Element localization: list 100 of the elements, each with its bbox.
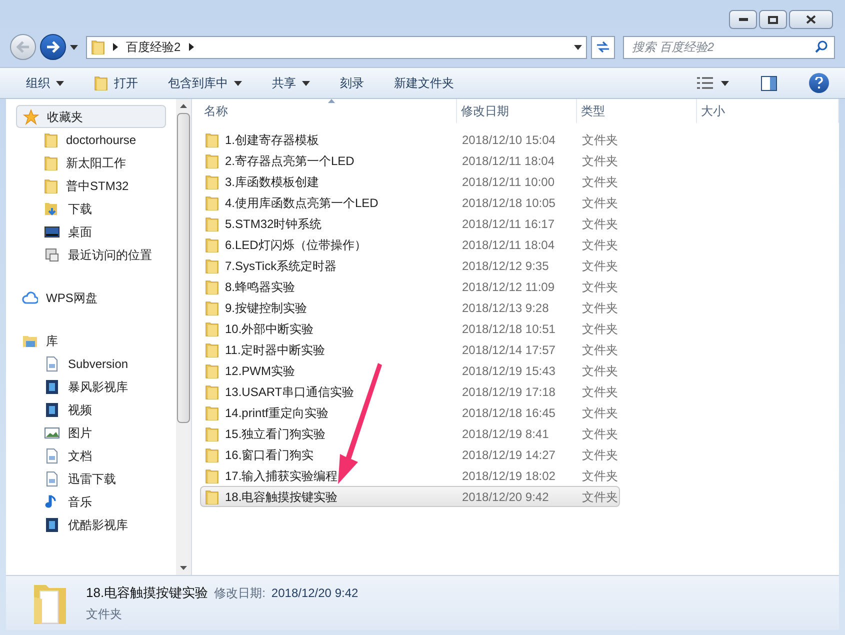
nav-item[interactable]: 图片	[6, 421, 176, 444]
file-row[interactable]: 11.定时器中断实验 2018/12/14 17:57 文件夹	[200, 339, 839, 360]
folder-icon	[205, 488, 219, 504]
toolbar-menu-button[interactable]: 共享	[264, 70, 318, 96]
nav-item[interactable]: doctorhourse	[6, 128, 176, 151]
nav-item[interactable]: 桌面	[6, 220, 176, 243]
file-row[interactable]: 15.独立看门狗实验 2018/12/19 8:41 文件夹	[200, 423, 839, 444]
folder-icon	[205, 446, 219, 462]
modified-date: 2018/12/20 9:42	[461, 488, 550, 506]
selected-item-name: 18.电容触摸按键实验	[86, 584, 208, 602]
folder-icon	[44, 154, 58, 170]
address-bar[interactable]: 百度经验2	[86, 36, 587, 58]
caret-icon	[56, 80, 64, 86]
close-icon	[806, 15, 816, 24]
toolbar-button[interactable]: 刻录	[332, 70, 372, 96]
nav-item[interactable]: WPS网盘	[6, 286, 176, 309]
file-name: 15.独立看门狗实验	[225, 426, 326, 442]
file-row[interactable]: 3.库函数模板创建 2018/12/11 10:00 文件夹	[200, 171, 839, 192]
recent-places-icon	[44, 246, 60, 262]
file-type: 文件夹	[581, 174, 618, 190]
file-row[interactable]: 14.printf重定向实验 2018/12/18 16:45 文件夹	[200, 402, 839, 423]
modified-date: 2018/12/10 15:04	[461, 132, 556, 148]
search-icon	[815, 40, 828, 53]
modified-date: 2018/12/19 8:41	[461, 426, 550, 442]
folder-icon	[44, 132, 58, 148]
file-row[interactable]: 18.电容触摸按键实验 2018/12/20 9:42 文件夹	[200, 486, 620, 507]
nav-item[interactable]: 最近访问的位置	[6, 243, 176, 266]
help-button[interactable]	[809, 73, 829, 93]
file-row[interactable]: 17.输入捕获实验编程 2018/12/19 18:02 文件夹	[200, 465, 839, 486]
column-header[interactable]: 类型	[577, 99, 697, 123]
nav-item[interactable]: 库	[6, 329, 176, 352]
breadcrumb-arrow-icon	[188, 43, 194, 51]
nav-item[interactable]: 迅雷下载	[6, 467, 176, 490]
file-name: 5.STM32时钟系统	[225, 216, 322, 232]
file-type: 文件夹	[581, 216, 618, 232]
folder-icon	[205, 426, 219, 442]
video-icon	[44, 378, 60, 394]
toolbar-button[interactable]: 新建文件夹	[386, 70, 462, 96]
file-row[interactable]: 16.窗口看门狗实 2018/12/19 14:27 文件夹	[200, 444, 839, 465]
nav-item[interactable]: 普中STM32	[6, 174, 176, 197]
modified-date: 2018/12/18 10:05	[461, 194, 556, 212]
column-header[interactable]: 名称	[200, 99, 457, 123]
file-row[interactable]: 8.蜂鸣器实验 2018/12/12 11:09 文件夹	[200, 276, 839, 297]
file-row[interactable]: 2.寄存器点亮第一个LED 2018/12/11 18:04 文件夹	[200, 150, 839, 171]
nav-item[interactable]: Subversion	[6, 352, 176, 375]
cloud-icon	[22, 290, 38, 306]
scroll-down-arrow-icon[interactable]	[180, 566, 187, 570]
maximize-button[interactable]	[759, 10, 787, 29]
file-name: 2.寄存器点亮第一个LED	[225, 152, 354, 170]
file-row[interactable]: 1.创建寄存器模板 2018/12/10 15:04 文件夹	[200, 129, 839, 150]
toolbar-button[interactable]: 打开	[86, 70, 146, 96]
nav-item[interactable]: 音乐	[6, 490, 176, 513]
preview-pane-button[interactable]	[759, 73, 779, 93]
nav-item[interactable]: 优酷影视库	[6, 513, 176, 536]
scrollbar[interactable]	[176, 99, 191, 575]
modified-date: 2018/12/19 18:02	[461, 468, 556, 484]
file-row[interactable]: 12.PWM实验 2018/12/19 15:43 文件夹	[200, 360, 839, 381]
close-button[interactable]	[789, 10, 833, 29]
file-row[interactable]: 4.使用库函数点亮第一个LED 2018/12/18 10:05 文件夹	[200, 192, 839, 213]
folder-icon	[205, 152, 219, 168]
column-header[interactable]: 修改日期	[457, 99, 577, 123]
file-name: 3.库函数模板创建	[225, 174, 320, 190]
file-name: 4.使用库函数点亮第一个LED	[225, 194, 378, 212]
folder-icon	[205, 384, 219, 400]
file-name: 7.SysTick系统定时器	[225, 258, 337, 274]
file-row[interactable]: 13.USART串口通信实验 2018/12/19 17:18 文件夹	[200, 381, 839, 402]
file-type: 文件夹	[581, 404, 618, 422]
scrollbar-thumb[interactable]	[177, 113, 190, 423]
toolbar-menu-button[interactable]: 包含到库中	[160, 70, 250, 96]
file-row[interactable]: 5.STM32时钟系统 2018/12/11 16:17 文件夹	[200, 213, 839, 234]
file-row[interactable]: 7.SysTick系统定时器 2018/12/12 9:35 文件夹	[200, 255, 839, 276]
file-row[interactable]: 10.外部中断实验 2018/12/18 10:51 文件夹	[200, 318, 839, 339]
minimize-button[interactable]	[729, 10, 757, 29]
video-icon	[44, 402, 60, 418]
nav-item[interactable]: 收藏夹	[16, 105, 166, 128]
file-name: 9.按键控制实验	[225, 300, 308, 316]
file-row[interactable]: 6.LED灯闪烁（位带操作） 2018/12/11 18:04 文件夹	[200, 234, 839, 255]
file-name: 16.窗口看门狗实	[225, 446, 314, 464]
refresh-button[interactable]	[591, 36, 615, 58]
nav-item[interactable]: 文档	[6, 444, 176, 467]
file-type: 文件夹	[581, 300, 618, 316]
file-row[interactable]: 9.按键控制实验 2018/12/13 9:28 文件夹	[200, 297, 839, 318]
nav-item[interactable]: 视频	[6, 398, 176, 421]
modified-date: 2018/12/11 10:00	[461, 174, 556, 190]
nav-item[interactable]: 下载	[6, 197, 176, 220]
scroll-up-arrow-icon[interactable]	[180, 104, 187, 108]
forward-button[interactable]	[40, 34, 66, 60]
search-field[interactable]: 搜索 百度经验2	[623, 36, 835, 58]
modified-date: 2018/12/20 9:42	[271, 584, 358, 602]
picture-icon	[44, 424, 60, 440]
toolbar-menu-button[interactable]: 组织	[18, 70, 72, 96]
column-header[interactable]: 大小	[697, 99, 839, 123]
nav-item[interactable]: 暴风影视库	[6, 375, 176, 398]
file-type: 文件夹	[581, 194, 618, 212]
file-name: 17.输入捕获实验编程	[225, 468, 338, 484]
folder-icon	[205, 362, 219, 378]
caret-icon	[70, 44, 78, 50]
nav-item[interactable]: 新太阳工作	[6, 151, 176, 174]
file-type: 文件夹	[581, 446, 618, 464]
modified-date: 2018/12/11 16:17	[461, 216, 556, 232]
